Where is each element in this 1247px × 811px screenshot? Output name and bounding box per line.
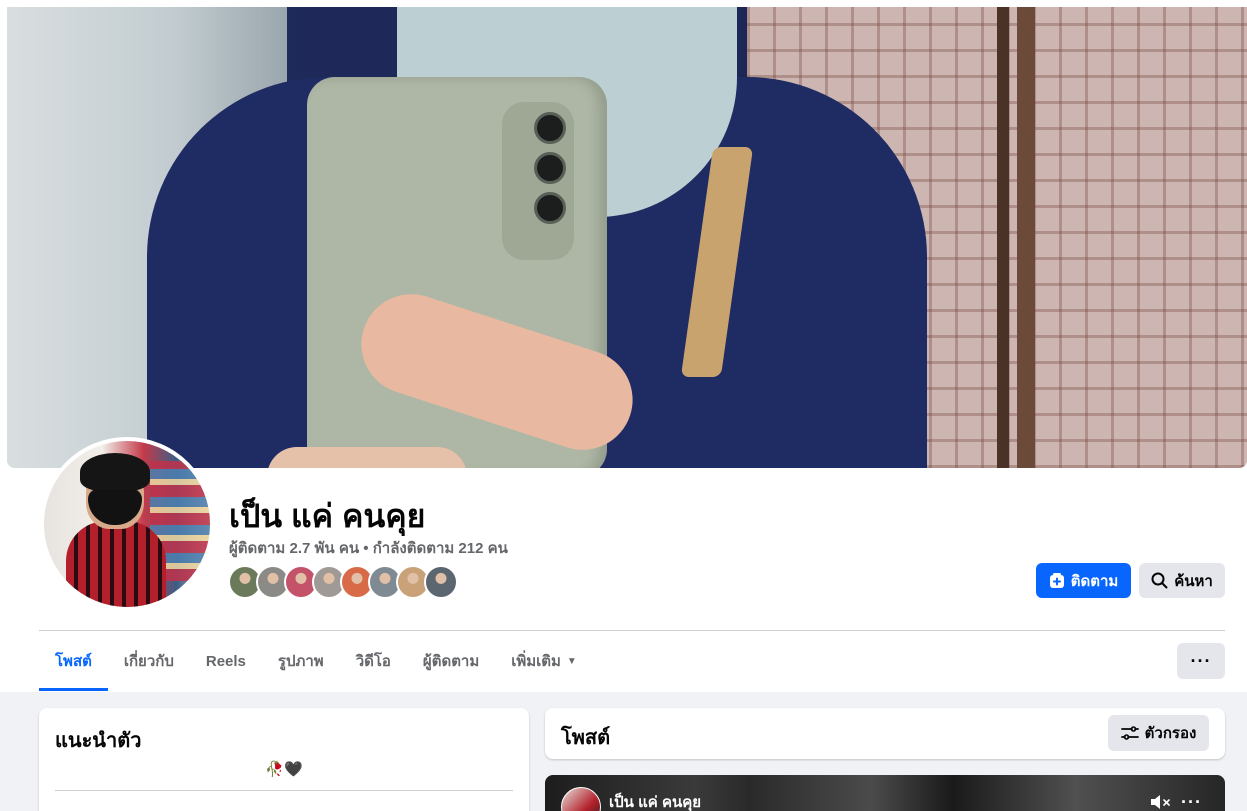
search-button[interactable]: ค้นหา <box>1139 563 1225 598</box>
tab-posts[interactable]: โพสต์ <box>39 631 108 691</box>
tab-about[interactable]: เกี่ยวกับ <box>108 631 190 691</box>
more-options-button[interactable]: ··· <box>1177 643 1225 679</box>
profile-picture[interactable] <box>40 437 214 611</box>
intro-title: แนะนำตัว <box>55 730 142 752</box>
intro-divider <box>55 790 513 791</box>
tab-reels[interactable]: Reels <box>190 631 262 691</box>
profile-tabs: โพสต์ เกี่ยวกับ Reels รูปภาพ วิดีโอ ผู้ต… <box>39 631 593 691</box>
search-icon <box>1151 572 1168 589</box>
profile-name: เป็น แค่ คนคุย <box>229 498 426 534</box>
intro-card: แนะนำตัว 🥀🖤 <box>39 708 529 811</box>
search-button-label: ค้นหา <box>1174 572 1213 590</box>
follow-button-label: ติดตาม <box>1070 572 1119 590</box>
post-options-icon[interactable]: ··· <box>1181 792 1202 811</box>
tab-more[interactable]: เพิ่มเติม ▼ <box>495 631 593 691</box>
follow-button[interactable]: ติดตาม <box>1036 563 1131 598</box>
post-author-avatar[interactable] <box>561 787 601 811</box>
follower-stats[interactable]: ผู้ติดตาม 2.7 พัน คน • กำลังติดตาม 212 ค… <box>229 536 508 560</box>
mute-icon[interactable] <box>1149 793 1171 811</box>
avatar <box>44 441 210 607</box>
tab-followers[interactable]: ผู้ติดตาม <box>407 631 495 691</box>
video-post[interactable]: เป็น แค่ คนคุย ··· <box>545 775 1225 811</box>
post-author-name[interactable]: เป็น แค่ คนคุย <box>609 790 701 811</box>
posts-header-card: โพสต์ ตัวกรอง <box>545 708 1225 759</box>
cover-photo[interactable] <box>7 7 1247 468</box>
intro-bio: 🥀🖤 <box>265 761 303 778</box>
filter-button-label: ตัวกรอง <box>1144 725 1197 742</box>
follow-plus-icon <box>1049 572 1065 589</box>
filter-icon <box>1120 725 1139 741</box>
posts-title: โพสต์ <box>561 727 611 749</box>
tab-videos[interactable]: วิดีโอ <box>340 631 407 691</box>
caret-down-icon: ▼ <box>566 655 577 667</box>
filter-button[interactable]: ตัวกรอง <box>1108 715 1209 751</box>
follower-avatars[interactable] <box>228 565 458 599</box>
follower-avatar[interactable] <box>424 565 458 599</box>
tab-photos[interactable]: รูปภาพ <box>262 631 340 691</box>
